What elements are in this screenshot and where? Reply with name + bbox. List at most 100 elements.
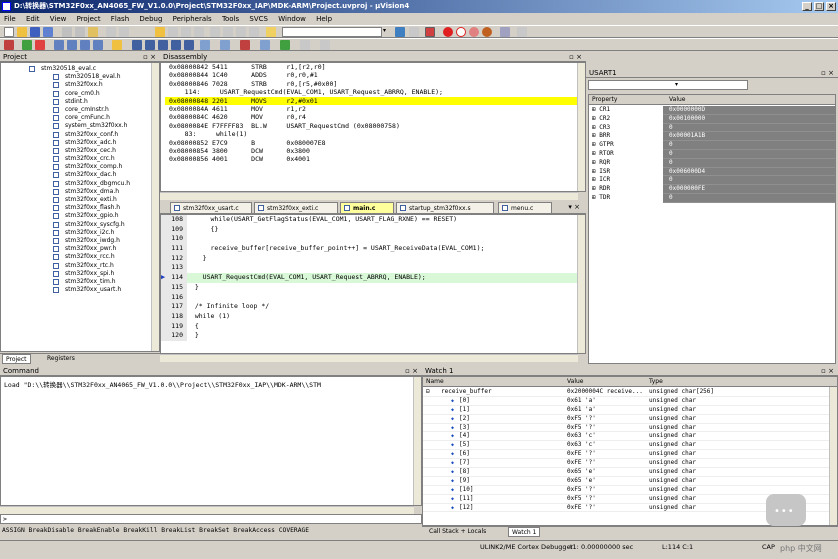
tree-root[interactable]: stm320518_eval.c [1, 65, 159, 73]
close-button[interactable]: × [826, 2, 836, 11]
tab-project[interactable]: Project [2, 354, 31, 364]
code-line[interactable]: 111 receive_buffer[receive_buffer_point+… [161, 244, 585, 254]
breakpoint-disable-icon[interactable] [456, 27, 466, 37]
tree-item[interactable]: core_cmInstr.h [25, 106, 159, 114]
peripheral-select[interactable]: ▾ [588, 80, 748, 90]
disassembly-line[interactable]: 0x08000844 1C40 ADDS r0,r0,#1 [165, 71, 585, 79]
menu-peripherals[interactable]: Peripherals [169, 13, 216, 25]
find-in-files-icon[interactable] [266, 27, 276, 37]
tree-item[interactable]: stm32f0xx_syscfg.h [25, 221, 159, 229]
register-row[interactable]: ⊞ TDR 0 [589, 193, 835, 203]
code-line[interactable]: 109 {} [161, 224, 585, 235]
analysis-window-icon[interactable] [260, 40, 270, 50]
breakpoint-disable-all-icon[interactable] [469, 27, 479, 37]
call-stack-window-icon[interactable] [184, 40, 194, 50]
tree-item[interactable]: stm32f0xx_flash.h [25, 204, 159, 212]
tab-registers[interactable]: Registers [44, 354, 78, 364]
menu-help[interactable]: Help [312, 13, 336, 25]
trace-window-icon[interactable] [280, 40, 290, 50]
disassembly-line[interactable]: 0x08000848 2201 MOVS r2,#0x01 [165, 96, 585, 105]
save-icon[interactable] [30, 27, 40, 37]
register-row[interactable]: ⊞ RTOR 0 [589, 149, 835, 159]
configure-icon[interactable] [517, 27, 527, 37]
run-to-cursor-icon[interactable] [93, 40, 103, 50]
code-line[interactable]: 108 while(USART_GetFlagStatus(EVAL_COM1,… [161, 215, 585, 225]
breakpoint-insert-icon[interactable] [443, 27, 453, 37]
tree-item[interactable]: stm32f0xx_dbgmcu.h [25, 180, 159, 188]
tree-item[interactable]: stm32f0xx.h [25, 81, 159, 89]
watch-row[interactable]: ◆ [6] 0xFE '?' unsigned char [423, 450, 829, 460]
tree-item[interactable]: stm32f0xx_pwr.h [25, 245, 159, 253]
col-value[interactable]: Value [669, 95, 685, 105]
menu-edit[interactable]: Edit [22, 13, 44, 25]
tree-item[interactable]: stm32f0xx_usart.h [25, 286, 159, 294]
watch-row[interactable]: ◆ [5] 0x63 'c' unsigned char [423, 441, 829, 451]
find-icon[interactable] [395, 27, 405, 37]
bookmark-icon[interactable] [155, 27, 165, 37]
tree-item[interactable]: stm32f0xx_cec.h [25, 147, 159, 155]
tree-item[interactable]: stm32f0xx_crc.h [25, 155, 159, 163]
col-property[interactable]: Property [592, 95, 617, 105]
tree-item[interactable]: stm32f0xx_exti.h [25, 196, 159, 204]
close-icon[interactable]: ▫ × [405, 366, 418, 376]
open-folder-icon[interactable] [17, 27, 27, 37]
command-scrollbar[interactable] [413, 377, 421, 505]
menu-window[interactable]: Window [274, 13, 310, 25]
watch-row[interactable]: ◆ [2] 0xF5 '?' unsigned char [423, 415, 829, 424]
tree-item[interactable]: stm32f0xx_comp.h [25, 163, 159, 171]
code-line[interactable]: 116 [161, 292, 585, 303]
watch-row[interactable]: ◆ [3] 0xF5 '?' unsigned char [423, 424, 829, 433]
code-line[interactable]: 117 /* Infinite loop */ [161, 302, 585, 312]
tree-item[interactable]: stm32f0xx_gpio.h [25, 212, 159, 220]
paste-icon[interactable] [88, 27, 98, 37]
tab-stm32f0xx-exti[interactable]: stm32f0xx_exti.c [254, 202, 338, 213]
code-line[interactable]: 113 [161, 263, 585, 274]
register-row[interactable]: ⊞ BRR 0x00001A1B [589, 132, 835, 142]
unindent-icon[interactable] [223, 27, 233, 37]
watch-row[interactable]: ◆ [7] 0xFE '?' unsigned char [423, 459, 829, 469]
watch-row[interactable]: ◆ [8] 0x65 'e' unsigned char [423, 468, 829, 477]
stop-icon[interactable] [35, 40, 45, 50]
cut-icon[interactable] [62, 27, 72, 37]
watch-root-row[interactable]: ⊟ receive_buffer 0x2000004C receive... u… [423, 388, 829, 397]
undo-icon[interactable] [106, 27, 116, 37]
tree-item[interactable]: stm32f0xx_i2c.h [25, 229, 159, 237]
code-line[interactable]: 110 [161, 234, 585, 245]
command-input[interactable]: > [0, 514, 422, 524]
minimize-button[interactable]: _ [802, 2, 812, 11]
tree-item[interactable]: stm32f0xx_adc.h [25, 139, 159, 147]
tree-item[interactable]: core_cm0.h [25, 90, 159, 98]
code-line[interactable]: 119 { [161, 321, 585, 332]
run-icon[interactable] [22, 40, 32, 50]
debug-session-icon[interactable] [425, 27, 435, 37]
tab-call-stack-locals[interactable]: Call Stack + Locals [426, 527, 489, 537]
watch-row[interactable]: ◆ [4] 0x63 'c' unsigned char [423, 432, 829, 442]
tab-list-icon[interactable]: ▾ × [568, 203, 580, 211]
col-type[interactable]: Type [649, 377, 663, 387]
register-row[interactable]: ⊞ GTPR 0 [589, 141, 835, 150]
register-row[interactable]: ⊞ CR1 0x0000000D [589, 106, 835, 115]
tab-menu[interactable]: menu.c [498, 202, 552, 213]
find-combo[interactable] [282, 27, 382, 37]
copy-icon[interactable] [75, 27, 85, 37]
disassembly-view[interactable]: 0x08000842 5411 STRB r1,[r2,r0] 0x0800084… [160, 62, 586, 192]
menu-flash[interactable]: Flash [107, 13, 133, 25]
tree-item[interactable]: stm32f0xx_conf.h [25, 131, 159, 139]
indent-icon[interactable] [210, 27, 220, 37]
command-hscroll[interactable] [0, 506, 414, 514]
tree-item[interactable]: stm32f0xx_rtc.h [25, 262, 159, 270]
menu-project[interactable]: Project [73, 13, 105, 25]
memory-window-icon[interactable] [220, 40, 230, 50]
chevron-down-icon[interactable]: ▾ [383, 27, 386, 34]
code-line[interactable]: 118 while (1) [161, 311, 585, 322]
step-out-icon[interactable] [80, 40, 90, 50]
tree-item[interactable]: stm32f0xx_dac.h [25, 171, 159, 179]
step-into-icon[interactable] [54, 40, 64, 50]
step-over-icon[interactable] [67, 40, 77, 50]
disassembly-line[interactable]: 114: USART_RequestCmd(EVAL_COM1, USART_R… [165, 88, 585, 96]
symbols-window-icon[interactable] [158, 40, 168, 50]
register-row[interactable]: ⊞ RDR 0x000000FE [589, 185, 835, 194]
bookmark-next-icon[interactable] [181, 27, 191, 37]
editor-scrollbar[interactable] [577, 215, 585, 353]
disassembly-hscroll[interactable] [160, 192, 578, 200]
